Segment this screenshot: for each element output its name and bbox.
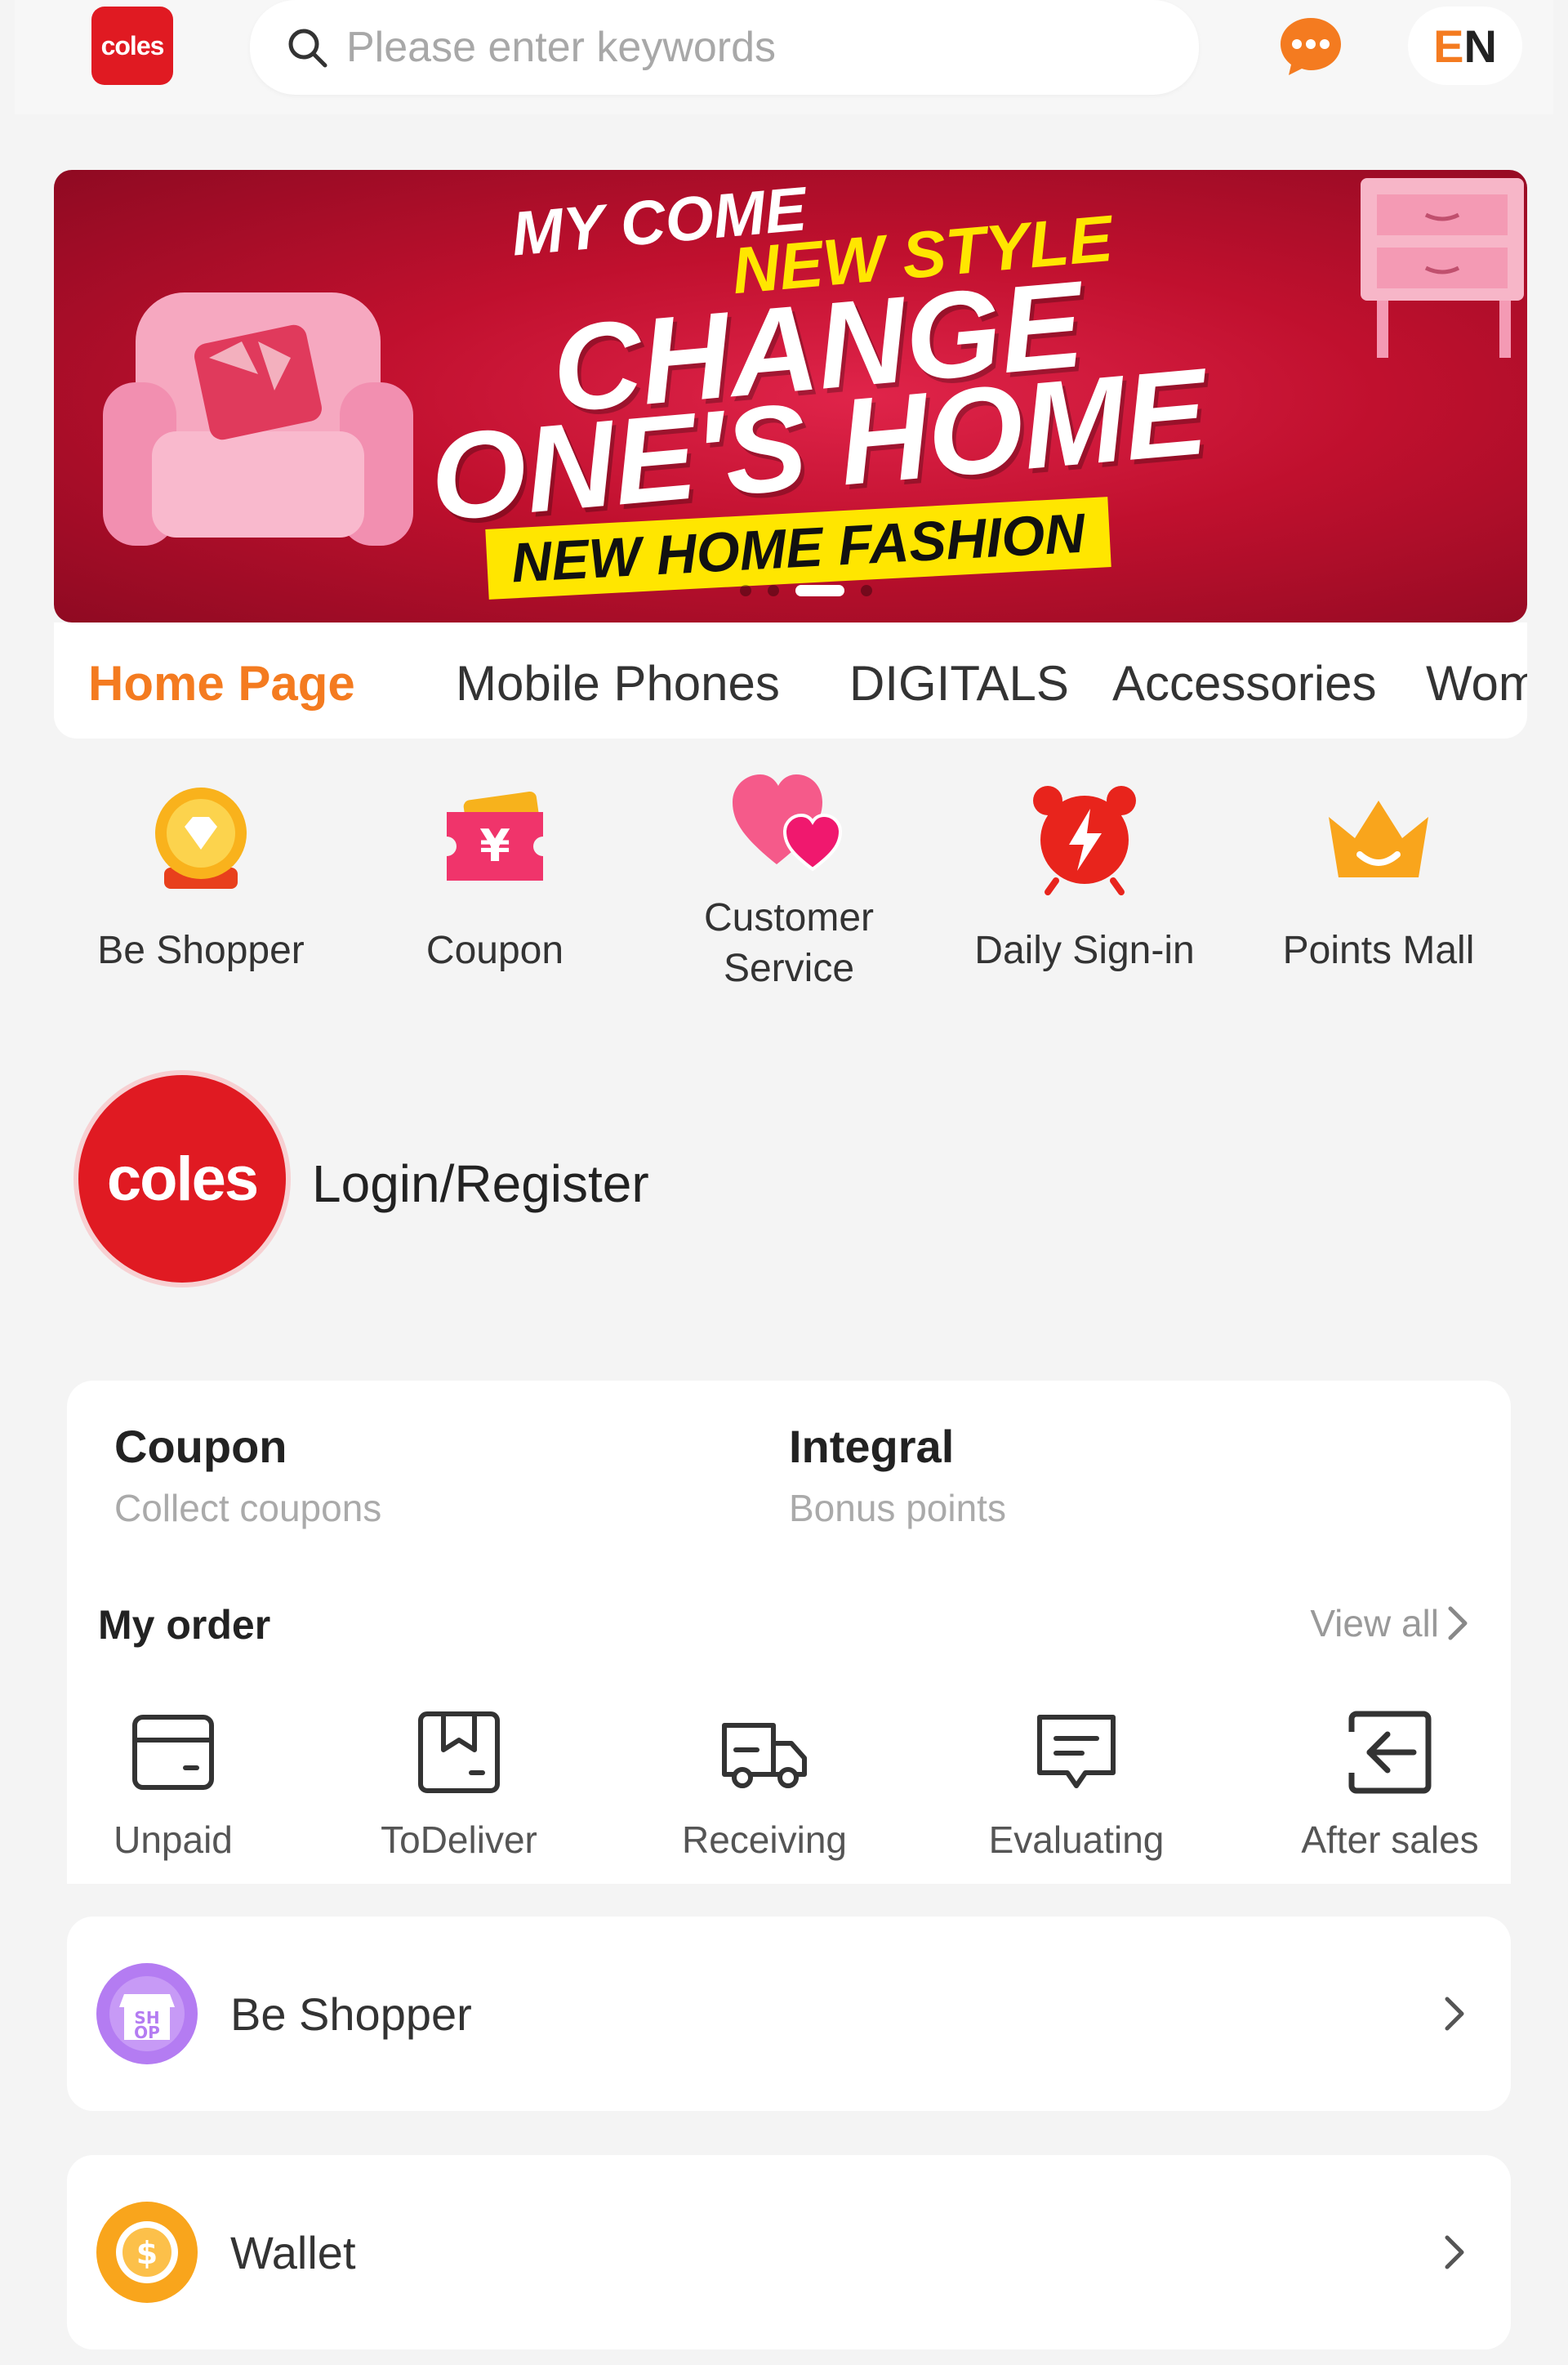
- category-tabs: Home Page Mobile Phones DIGITALS Accesso…: [54, 622, 1527, 739]
- avatar[interactable]: coles: [78, 1075, 286, 1283]
- order-label: Unpaid: [114, 1818, 233, 1861]
- banner-dot[interactable]: [861, 585, 872, 596]
- alarm-clock-icon: [1033, 786, 1136, 895]
- chevron-right-icon: [1445, 1997, 1464, 2031]
- coles-logo[interactable]: coles: [91, 7, 173, 85]
- shop-icon: SH OP: [96, 1963, 198, 2064]
- coupon-subtitle: Collect coupons: [114, 1487, 382, 1529]
- search-icon: [288, 29, 327, 68]
- svg-text:¥: ¥: [479, 820, 510, 872]
- order-label: Receiving: [682, 1818, 847, 1861]
- promo-banner[interactable]: MY COME NEW STYLE CHANGE ONE'S HOME NEW …: [54, 170, 1527, 622]
- logo-text: coles: [100, 30, 165, 60]
- lang-e: E: [1433, 20, 1464, 72]
- top-bar: coles EN: [15, 0, 1553, 114]
- hearts-icon: [733, 774, 843, 872]
- quick-actions: Be Shopper ¥ Coupon Customer Service Dai…: [54, 774, 1527, 1037]
- svg-text:OP: OP: [134, 2023, 160, 2042]
- crown-icon: [1329, 801, 1428, 877]
- order-to-deliver[interactable]: ToDeliver: [353, 1707, 565, 1862]
- cabinet-illustration: [1361, 178, 1524, 358]
- banner-dot[interactable]: [795, 585, 844, 596]
- order-receiving[interactable]: Receiving: [658, 1707, 871, 1862]
- quick-points-mall[interactable]: Points Mall: [1256, 776, 1501, 976]
- menu-label: Wallet: [230, 2226, 356, 2278]
- account-card: Coupon Collect coupons Integral Bonus po…: [67, 1381, 1511, 1884]
- avatar-text: coles: [106, 1144, 259, 1214]
- quick-daily-sign-in[interactable]: Daily Sign-in: [962, 776, 1207, 976]
- integral-stat[interactable]: Integral Bonus points: [789, 1420, 1006, 1530]
- bookmark-box-icon: [418, 1711, 500, 1793]
- wallet-outline-icon: [132, 1715, 214, 1790]
- svg-text:$: $: [136, 2235, 158, 2271]
- tab-accessories[interactable]: Accessories: [1112, 655, 1376, 712]
- chat-icon[interactable]: [1277, 15, 1344, 78]
- language-switch[interactable]: EN: [1408, 7, 1522, 85]
- my-order-title: My order: [98, 1602, 271, 1648]
- order-label: After sales: [1301, 1818, 1479, 1861]
- order-label: ToDeliver: [381, 1818, 537, 1861]
- order-evaluating[interactable]: Evaluating: [970, 1707, 1183, 1862]
- view-all-link[interactable]: View all: [1310, 1601, 1468, 1645]
- order-label: Evaluating: [988, 1818, 1165, 1861]
- lang-n: N: [1463, 20, 1497, 72]
- quick-customer-service[interactable]: Customer Service: [666, 774, 911, 994]
- integral-title: Integral: [789, 1421, 955, 1472]
- comment-icon: [1037, 1715, 1116, 1788]
- yen-ticket-icon: ¥: [447, 791, 543, 881]
- quick-label: Daily Sign-in: [974, 929, 1195, 972]
- search-bar[interactable]: [250, 0, 1199, 95]
- tab-digitals[interactable]: DIGITALS: [849, 655, 1069, 712]
- view-all-label: View all: [1310, 1602, 1439, 1644]
- menu-wallet[interactable]: $ Wallet: [67, 2155, 1511, 2349]
- diamond-medal-icon: [155, 788, 247, 889]
- return-arrow-icon: [1348, 1711, 1432, 1794]
- truck-icon: [722, 1723, 807, 1788]
- order-after-sales[interactable]: After sales: [1284, 1707, 1496, 1862]
- banner-pagination: [740, 585, 872, 596]
- search-input[interactable]: [345, 22, 1165, 73]
- menu-be-shopper[interactable]: SH OP Be Shopper: [67, 1917, 1511, 2111]
- login-register-link[interactable]: Login/Register: [312, 1153, 649, 1214]
- tab-mobile-phones[interactable]: Mobile Phones: [456, 655, 780, 712]
- quick-label: Be Shopper: [97, 929, 305, 972]
- coin-icon: $: [96, 2202, 198, 2303]
- banner-dot[interactable]: [740, 585, 751, 596]
- tab-women[interactable]: Wom: [1426, 655, 1527, 712]
- quick-label: Points Mall: [1282, 929, 1475, 972]
- banner-dot[interactable]: [768, 585, 779, 596]
- quick-coupon[interactable]: ¥ Coupon: [372, 776, 617, 976]
- coupon-stat[interactable]: Coupon Collect coupons: [114, 1420, 381, 1530]
- quick-label: Customer Service: [703, 896, 875, 990]
- chevron-right-icon: [1448, 1606, 1468, 1640]
- quick-be-shopper[interactable]: Be Shopper: [78, 776, 323, 976]
- quick-label: Coupon: [425, 929, 564, 972]
- tab-home-page[interactable]: Home Page: [88, 655, 355, 712]
- order-unpaid[interactable]: Unpaid: [67, 1707, 279, 1862]
- integral-subtitle: Bonus points: [789, 1487, 1006, 1529]
- chevron-right-icon: [1445, 2235, 1464, 2269]
- menu-label: Be Shopper: [230, 1988, 472, 2040]
- coupon-title: Coupon: [114, 1421, 287, 1472]
- armchair-illustration: [103, 292, 413, 546]
